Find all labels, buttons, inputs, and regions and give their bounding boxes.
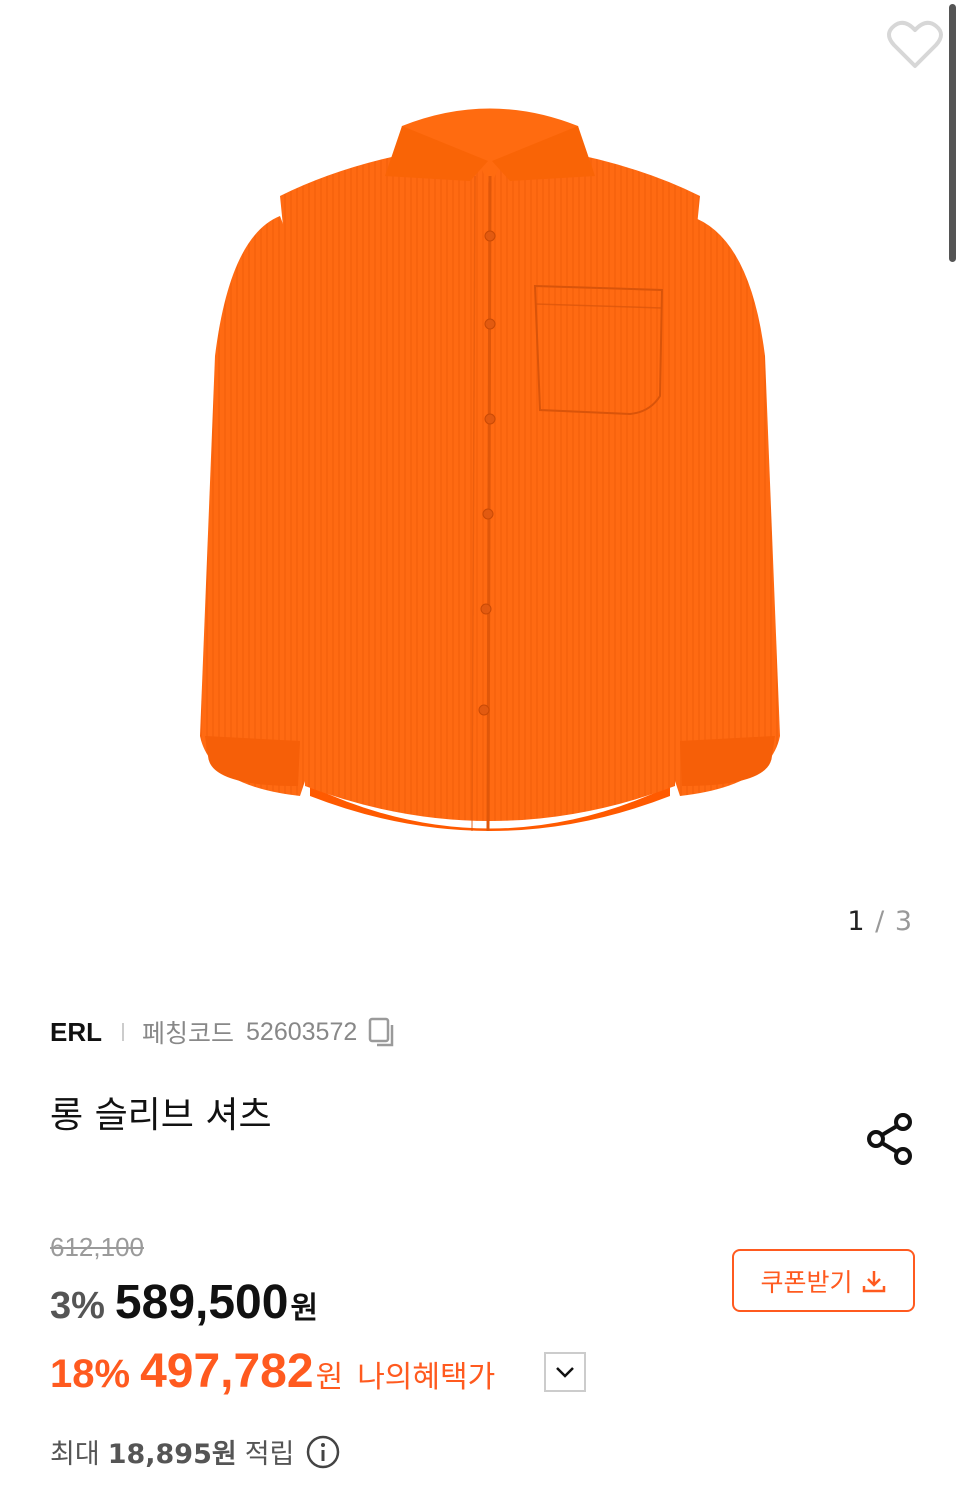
sale-price-row: 3% 589,500 원 [50, 1275, 318, 1330]
benefit-details-toggle[interactable] [544, 1352, 586, 1392]
benefit-price: 497,782 [140, 1345, 314, 1398]
benefit-price-row: 18% 497,782 원 나의혜택가 [50, 1344, 495, 1399]
benefit-currency-unit: 원 [315, 1360, 344, 1395]
coupon-download-button[interactable]: 쿠폰받기 [732, 1249, 915, 1312]
benefit-discount-percent: 18% [50, 1352, 131, 1396]
points-prefix: 최대 [50, 1439, 100, 1470]
sale-price: 589,500 [114, 1276, 289, 1329]
brand-name[interactable]: ERL [50, 1017, 102, 1048]
download-icon [862, 1270, 885, 1292]
product-image-gallery[interactable]: 1 / 3 [0, 0, 965, 970]
share-icon[interactable] [864, 1112, 918, 1166]
heart-icon[interactable] [886, 18, 944, 72]
scrollbar[interactable] [949, 4, 956, 262]
image-counter: 1 / 3 [847, 906, 913, 937]
product-code-value: 52603572 [246, 1017, 358, 1046]
chevron-down-icon [556, 1367, 574, 1378]
product-image [200, 108, 780, 832]
image-counter-total: 3 [894, 906, 913, 937]
coupon-button-label: 쿠폰받기 [760, 1267, 853, 1297]
currency-unit: 원 [290, 1291, 319, 1326]
points-suffix: 적립 [244, 1439, 295, 1470]
info-icon[interactable] [306, 1435, 340, 1469]
reward-points: 최대 18,895원 적립 [50, 1432, 340, 1471]
image-counter-current: 1 [847, 906, 866, 937]
brand-row: ERL 페칭코드 52603572 [50, 1012, 397, 1052]
divider [122, 1023, 124, 1041]
discount-percent: 3% [50, 1285, 105, 1327]
product-title: 롱 슬리브 셔츠 [50, 1095, 272, 1136]
original-price: 612,100 [50, 1232, 144, 1262]
image-counter-separator: / [875, 906, 886, 937]
product-code-label: 페칭코드 [142, 1019, 235, 1048]
points-value: 18,895원 [107, 1439, 237, 1470]
benefit-price-label: 나의혜택가 [357, 1360, 496, 1395]
copy-icon[interactable] [367, 1016, 397, 1048]
